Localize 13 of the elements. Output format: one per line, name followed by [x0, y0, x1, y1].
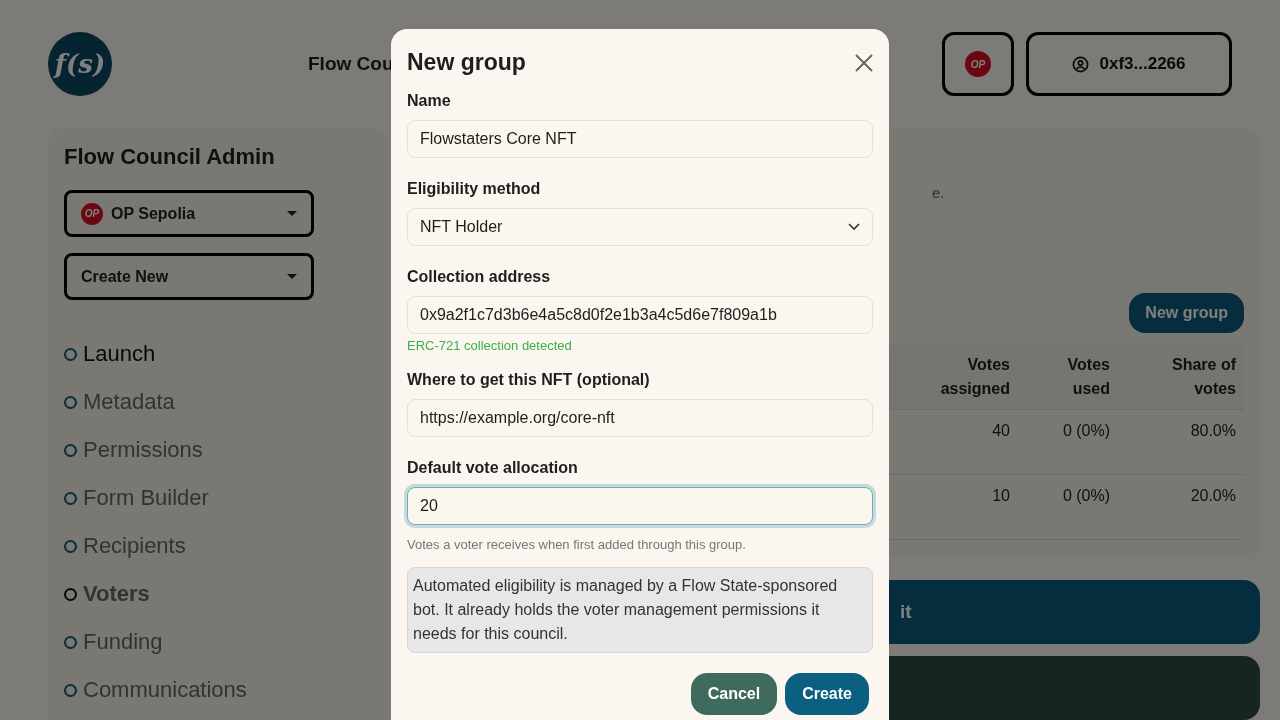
notice-box: Automated eligibility is managed by a Flow State-sponsored bot. It already holds the voter management permissions it needs for this council. [407, 567, 873, 653]
field-label: Collection address [407, 268, 552, 286]
field-label: Default vote allocation [407, 459, 579, 477]
field-label: Where to get this NFT (optional) [407, 371, 651, 389]
field-label: Eligibility method [407, 180, 542, 198]
description-text: e. [932, 184, 946, 201]
dialog-title: New group [407, 49, 526, 76]
network-badge: OP [965, 51, 991, 77]
success-text: ERC-721 collection detected [407, 338, 573, 353]
sidebar-title: Flow Council Admin [64, 144, 276, 170]
network-badge: OP [81, 202, 103, 225]
field-label: Name [407, 92, 452, 110]
hint-text: Votes a voter receives when first added through this group. [407, 537, 747, 552]
